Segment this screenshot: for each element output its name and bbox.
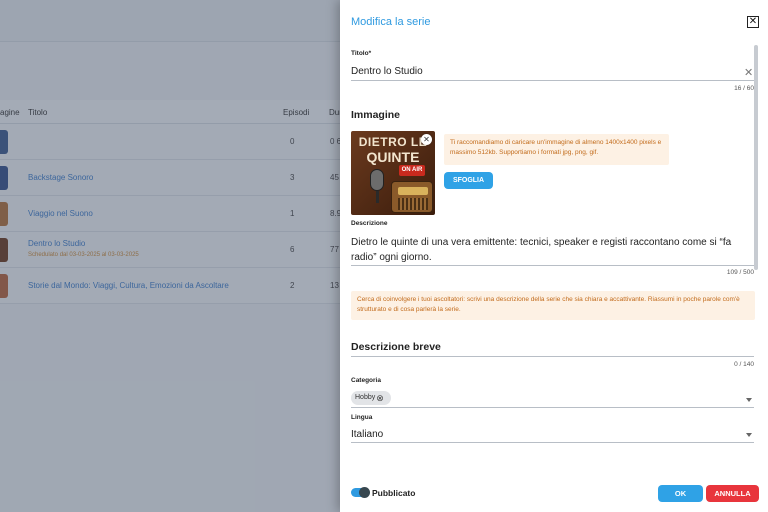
category-chip-label: Hobby — [355, 394, 376, 401]
dialog-scrollbar[interactable] — [754, 45, 758, 270]
description-label: Descrizione — [351, 220, 388, 227]
cancel-button[interactable]: ANNULLA — [706, 485, 759, 502]
description-underline — [351, 265, 754, 266]
image-section-heading: Immagine — [351, 109, 401, 121]
microphone-stand — [376, 191, 379, 203]
short-description-heading: Descrizione breve — [351, 341, 441, 353]
category-label: Categoria — [351, 377, 381, 384]
ok-button[interactable]: OK — [658, 485, 703, 502]
language-select[interactable]: Italiano — [351, 429, 383, 440]
image-requirements-note: Ti raccomandiamo di caricare un'immagine… — [444, 134, 669, 165]
short-description-counter: 0 / 140 — [734, 361, 754, 368]
published-toggle[interactable] — [351, 487, 370, 498]
short-description-input[interactable] — [351, 356, 754, 357]
language-label: Lingua — [351, 414, 373, 421]
toggle-knob — [359, 487, 370, 498]
dialog-title: Modifica la serie — [351, 16, 431, 28]
remove-image-icon[interactable]: ✕ — [421, 134, 432, 145]
category-dropdown-icon[interactable] — [746, 398, 752, 402]
cover-text-line2: QUINTE — [366, 149, 420, 165]
language-underline — [351, 442, 754, 443]
title-counter: 16 / 60 — [734, 85, 754, 92]
remove-category-icon[interactable]: ⊗ — [374, 391, 386, 405]
language-dropdown-icon[interactable] — [746, 433, 752, 437]
browse-button[interactable]: SFOGLIA — [444, 172, 493, 189]
title-input[interactable]: Dentro lo Studio — [351, 66, 423, 77]
close-icon[interactable]: ✕ — [747, 16, 759, 28]
description-textarea[interactable]: Dietro le quinte di una vera emittente: … — [351, 235, 749, 265]
on-air-badge: ON AIR — [399, 165, 425, 176]
title-input-underline — [351, 80, 754, 81]
title-field-label: Titolo* — [351, 50, 372, 57]
description-counter: 109 / 500 — [726, 269, 754, 276]
radio-icon — [391, 181, 433, 213]
clear-title-icon[interactable]: ✕ — [744, 66, 753, 79]
description-tip-note: Cerca di coinvolgere i tuoi ascoltatori:… — [351, 291, 755, 320]
published-label: Pubblicato — [372, 488, 416, 498]
category-select[interactable] — [351, 407, 754, 408]
modal-backdrop[interactable] — [0, 0, 340, 512]
microphone-icon — [370, 169, 384, 191]
